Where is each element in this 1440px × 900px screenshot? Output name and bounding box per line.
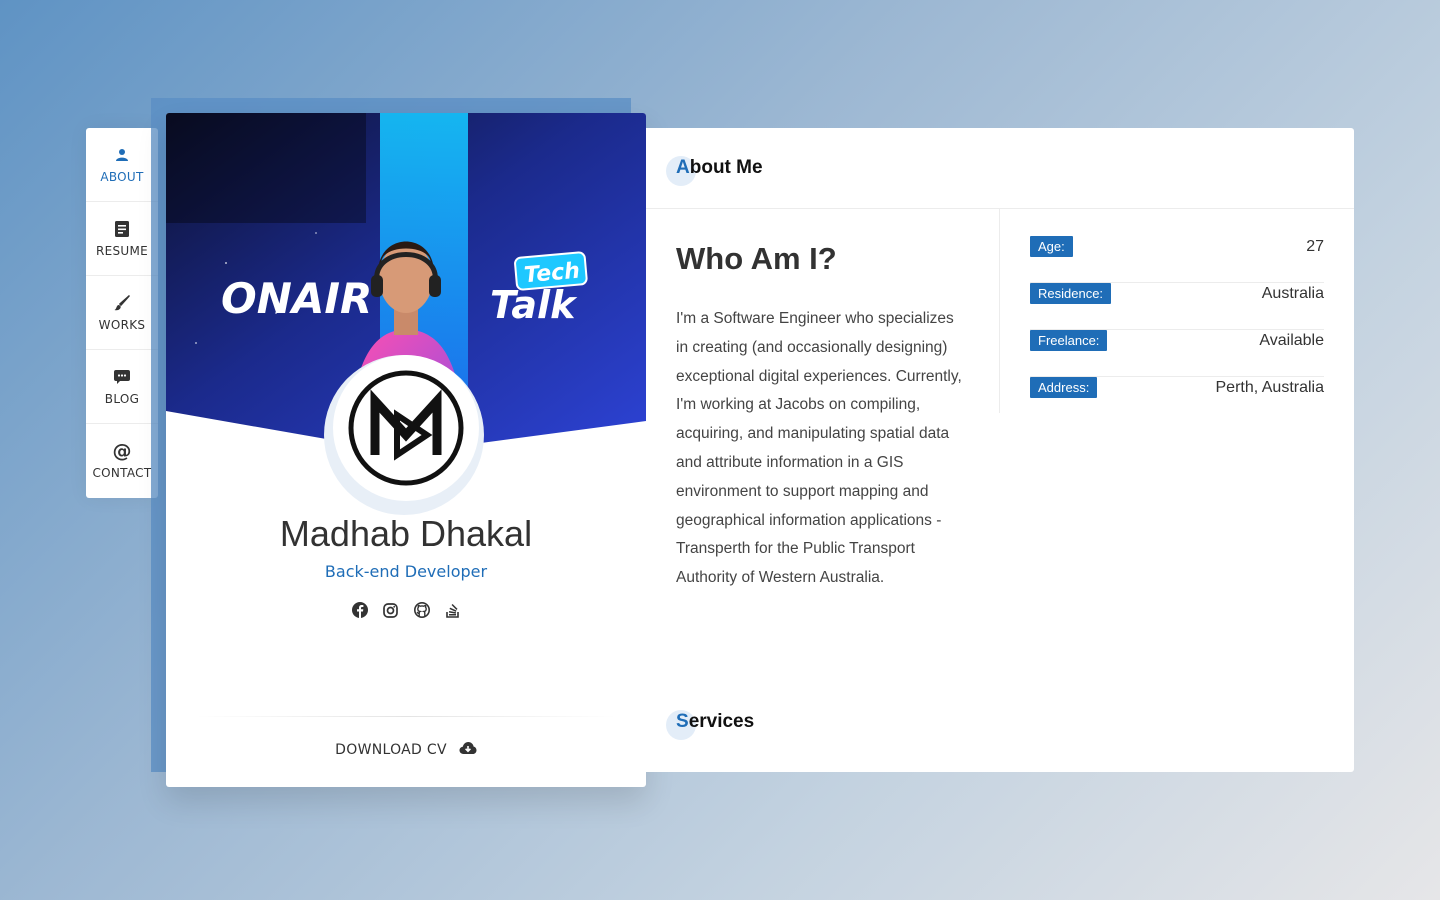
info-row-residence: Residence: Australia	[1030, 283, 1324, 330]
info-value: Perth, Australia	[1215, 379, 1325, 396]
social-links	[166, 602, 646, 618]
info-row-freelance: Freelance: Available	[1030, 330, 1324, 377]
about-title-rest: bout Me	[689, 157, 763, 178]
profile-role: Back-end Developer	[324, 562, 488, 581]
nav-label-contact: CONTACT	[92, 466, 152, 480]
info-row-address: Address: Perth, Australia	[1030, 377, 1324, 424]
info-label: Age:	[1030, 236, 1073, 257]
profile-card: ONAIR Tech Talk Madhab Dhakal Back-end D…	[166, 113, 646, 787]
nav-label-resume: RESUME	[95, 243, 149, 258]
info-value: 27	[1306, 238, 1324, 255]
instagram-icon[interactable]	[383, 602, 399, 618]
user-icon	[113, 146, 131, 164]
info-label: Address:	[1030, 377, 1098, 398]
nav-item-resume[interactable]: RESUME	[86, 202, 158, 276]
info-row-age: Age: 27	[1030, 236, 1324, 283]
stackoverflow-icon[interactable]	[445, 602, 461, 618]
avatar	[333, 355, 479, 501]
cloud-download-icon	[459, 741, 477, 759]
info-value: Available	[1259, 332, 1324, 349]
download-cv-label: DOWNLOAD CV	[335, 742, 447, 758]
md-logo-icon	[348, 370, 464, 486]
nav-item-works[interactable]: WORKS	[86, 276, 158, 350]
about-section-title: About Me	[666, 156, 763, 186]
side-nav: ABOUT RESUME WORKS BLOG @ CONTACT	[86, 128, 158, 498]
info-list: Age: 27 Residence: Australia Freelance: …	[1030, 236, 1324, 424]
brush-icon	[113, 294, 131, 312]
info-label: Freelance:	[1030, 330, 1108, 351]
info-label: Residence:	[1030, 283, 1112, 304]
info-value: Australia	[1261, 285, 1324, 302]
services-title-rest: ervices	[688, 711, 755, 732]
chat-icon	[113, 368, 131, 386]
cover-text-talk: Talk	[490, 283, 578, 327]
profile-name: Madhab Dhakal	[279, 513, 533, 554]
at-icon: @	[112, 440, 132, 462]
column-separator	[999, 208, 1000, 413]
facebook-icon[interactable]	[351, 602, 368, 618]
nav-item-about[interactable]: ABOUT	[86, 128, 158, 202]
github-icon[interactable]	[413, 602, 430, 618]
about-divider	[646, 208, 1354, 209]
content-panel: About Me Who Am I? I'm a Software Engine…	[646, 128, 1354, 772]
nav-item-contact[interactable]: @ CONTACT	[86, 424, 158, 498]
nav-item-blog[interactable]: BLOG	[86, 350, 158, 424]
cover-text-onair: ONAIR	[221, 274, 372, 323]
about-title-first-letter: A	[676, 157, 690, 178]
nav-label-about: ABOUT	[100, 169, 144, 184]
services-section-title: Services	[666, 710, 755, 740]
profile-divider	[196, 716, 616, 717]
services-title-first-letter: S	[676, 711, 689, 732]
bio-text: I'm a Software Engineer who specializes …	[676, 310, 962, 587]
nav-label-works: WORKS	[98, 317, 146, 332]
document-icon	[113, 220, 131, 238]
download-cv-button[interactable]: DOWNLOAD CV	[166, 741, 646, 759]
nav-label-blog: BLOG	[104, 391, 140, 406]
who-am-i-heading: Who Am I?	[676, 241, 837, 276]
